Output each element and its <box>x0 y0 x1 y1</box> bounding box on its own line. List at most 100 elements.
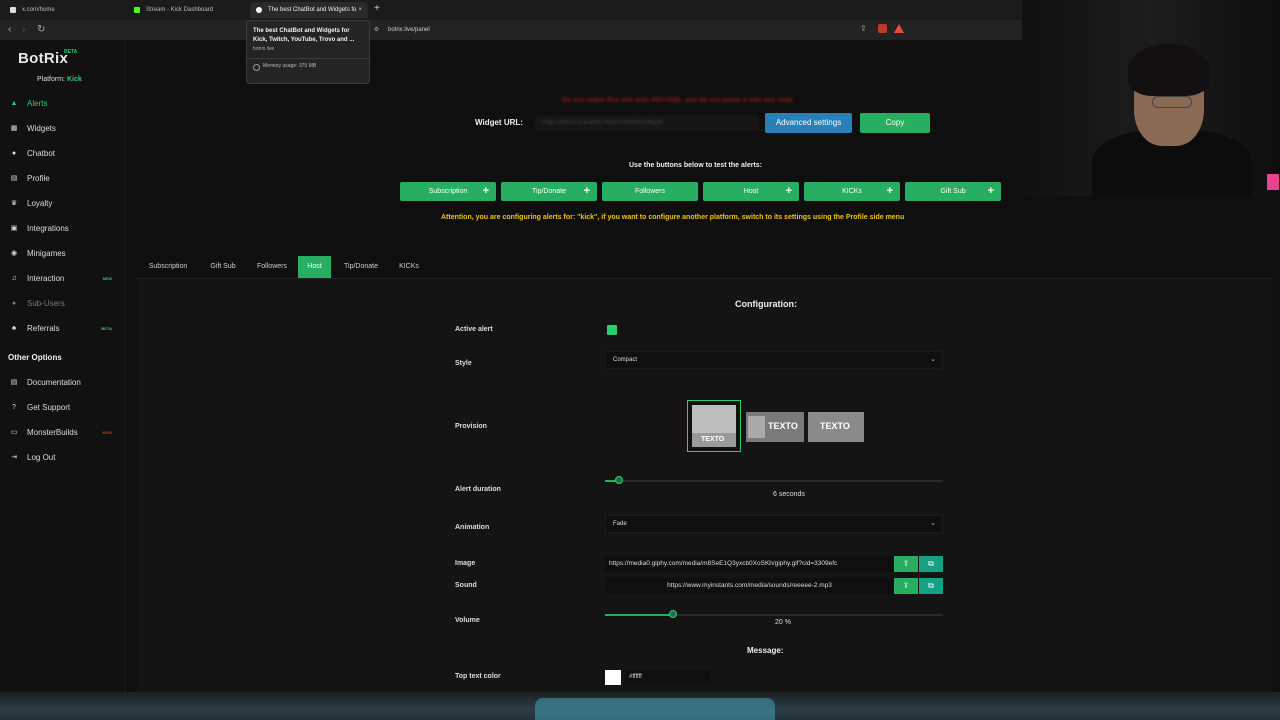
volume-slider-handle[interactable] <box>668 610 677 618</box>
active-alert-checkbox[interactable] <box>607 325 617 335</box>
upload-image-icon[interactable]: ⇪ <box>894 556 918 572</box>
trophy-icon: ♛ <box>10 200 18 207</box>
botrix-logo[interactable]: BotRix <box>18 50 68 67</box>
site-info-icon[interactable]: ⚙ <box>374 24 379 36</box>
stream-overlay-bar <box>0 692 1280 720</box>
sidebar-item-label: Widgets <box>27 124 56 133</box>
back-icon[interactable]: ‹ <box>8 24 11 35</box>
top-text-color-swatch[interactable] <box>605 670 621 685</box>
platform-label: Platform: <box>37 76 66 83</box>
tab-kicks[interactable]: KICKs <box>392 256 426 278</box>
url-field[interactable]: ⚙ botrix.live/panel <box>372 24 912 36</box>
sidebar-item-label: Loyalty <box>27 199 53 208</box>
test-tip-donate-button[interactable]: Tip/Donate + <box>501 182 597 201</box>
platform-indicator: Platform: Kick <box>37 76 82 83</box>
widget-url-field[interactable]: https://botrix.live/alerts?bid=CvxNFtFt0… <box>536 116 758 130</box>
volume-value: 20 % <box>775 619 791 626</box>
sidebar-item-monsterbuilds[interactable]: ▭ MonsterBuilds NEW <box>10 426 120 440</box>
sidebar-item-profile[interactable]: ▤ Profile <box>10 172 120 186</box>
image-placeholder-icon <box>748 416 765 438</box>
alert-duration-slider[interactable] <box>605 480 943 482</box>
hover-card-domain: botrix.live <box>253 46 275 52</box>
alert-duration-slider-handle[interactable] <box>614 476 623 484</box>
brave-shield-icon[interactable] <box>878 24 887 33</box>
test-followers-button[interactable]: Followers <box>602 182 698 201</box>
tab-tip-donate[interactable]: Tip/Donate <box>336 256 386 278</box>
tab-gift-sub[interactable]: Gift Sub <box>202 256 244 278</box>
sidebar-item-interaction[interactable]: ♫ Interaction NEW <box>10 272 120 286</box>
rewards-icon[interactable] <box>894 24 904 33</box>
provision-text: TEXTO <box>701 436 725 443</box>
share-icon[interactable]: ⇪ <box>860 24 869 33</box>
animation-select[interactable]: Fade ⌄ <box>605 515 943 533</box>
upload-sound-icon[interactable]: ⇪ <box>894 578 918 594</box>
provision-option-image-top[interactable]: TEXTO <box>687 400 741 452</box>
platform-value: Kick <box>66 76 82 83</box>
provision-option-text-overlay[interactable]: TEXTO <box>808 412 864 442</box>
image-url-field[interactable]: https://media0.giphy.com/media/m8SeE1Q3y… <box>605 556 894 572</box>
plus-icon: + <box>583 185 590 197</box>
tab-subscription[interactable]: Subscription <box>139 256 197 278</box>
sidebar-item-label: Interaction <box>27 274 65 283</box>
widgets-icon: ▦ <box>10 125 18 132</box>
browser-tab-kick-dashboard[interactable]: Stream - Kick Dashboard <box>128 2 246 18</box>
support-icon: ? <box>12 404 16 411</box>
browse-image-icon[interactable]: ⧉ <box>919 556 943 572</box>
webcam-overlay <box>1022 0 1280 196</box>
sidebar-item-label: Documentation <box>27 378 81 387</box>
logo-beta-badge: BETA <box>64 49 78 55</box>
sidebar-item-label: Integrations <box>27 224 69 233</box>
chat-icon: ● <box>11 150 17 157</box>
sidebar-item-sub-users[interactable]: ● Sub-Users <box>10 297 120 311</box>
provision-text: TEXTO <box>820 421 850 431</box>
button-label: Gift Sub <box>940 188 966 195</box>
style-label: Style <box>455 360 472 367</box>
alert-duration-number: 6 <box>773 491 777 498</box>
new-tab-icon[interactable]: + <box>374 3 380 14</box>
sound-url-field[interactable]: https://www.myinstants.com/media/sounds/… <box>605 578 894 594</box>
provision-option-image-left[interactable]: TEXTO <box>746 412 804 442</box>
test-kicks-button[interactable]: KICKs + <box>804 182 900 201</box>
sidebar-item-log-out[interactable]: ⇥ Log Out <box>10 451 120 465</box>
tab-host[interactable]: Host <box>298 256 331 278</box>
sidebar-item-label: Minigames <box>27 249 66 258</box>
plus-icon: + <box>482 185 489 197</box>
sidebar-item-integrations[interactable]: ▣ Integrations <box>10 222 120 236</box>
style-select[interactable]: Compact ⌄ <box>605 351 943 369</box>
sidebar-item-referrals[interactable]: ♣ Referrals BETA <box>10 322 120 336</box>
widget-url-warning: Do not share this link with ANYONE, and … <box>562 97 794 104</box>
browse-sound-icon[interactable]: ⧉ <box>919 578 943 594</box>
sidebar-item-label: Profile <box>27 174 50 183</box>
copy-button[interactable]: Copy <box>860 113 930 133</box>
message-title: Message: <box>747 646 784 655</box>
tab-followers[interactable]: Followers <box>249 256 295 278</box>
sidebar-item-label: Alerts <box>27 99 48 108</box>
test-gift-sub-button[interactable]: Gift Sub + <box>905 182 1001 201</box>
test-subscription-button[interactable]: Subscription + <box>400 182 496 201</box>
top-text-color-field[interactable]: #ffffff <box>625 670 711 685</box>
logout-icon: ⇥ <box>11 454 17 461</box>
provision-label: Provision <box>455 423 487 430</box>
document-icon: ▤ <box>10 379 18 386</box>
sidebar-item-minigames[interactable]: ◉ Minigames <box>10 247 120 261</box>
kick-favicon-icon <box>134 7 140 13</box>
tab-title: Stream - Kick Dashboard <box>146 7 214 13</box>
gamepad-icon: ◉ <box>10 250 18 257</box>
sidebar-item-documentation[interactable]: ▤ Documentation <box>10 376 120 390</box>
alert-duration-unit: seconds <box>778 491 805 498</box>
bell-icon: ▲ <box>10 100 18 107</box>
sidebar-item-alerts[interactable]: ▲ Alerts <box>10 97 120 111</box>
browser-tab-x[interactable]: x.com/home <box>4 2 124 18</box>
chevron-down-icon: ⌄ <box>930 356 936 363</box>
sidebar-item-widgets[interactable]: ▦ Widgets <box>10 122 120 136</box>
browser-tab-botrix[interactable]: The best ChatBot and Widgets fo × <box>250 2 368 18</box>
sidebar-item-loyalty[interactable]: ♛ Loyalty <box>10 197 120 211</box>
sidebar-item-get-support[interactable]: ? Get Support <box>10 401 120 415</box>
test-host-button[interactable]: Host + <box>703 182 799 201</box>
other-options-heading: Other Options <box>8 353 62 362</box>
close-tab-icon[interactable]: × <box>358 2 362 18</box>
sidebar-item-chatbot[interactable]: ● Chatbot <box>10 147 120 161</box>
forward-icon[interactable]: › <box>22 24 25 35</box>
advanced-settings-button[interactable]: Advanced settings <box>765 113 852 133</box>
reload-icon[interactable]: ↻ <box>37 24 45 35</box>
